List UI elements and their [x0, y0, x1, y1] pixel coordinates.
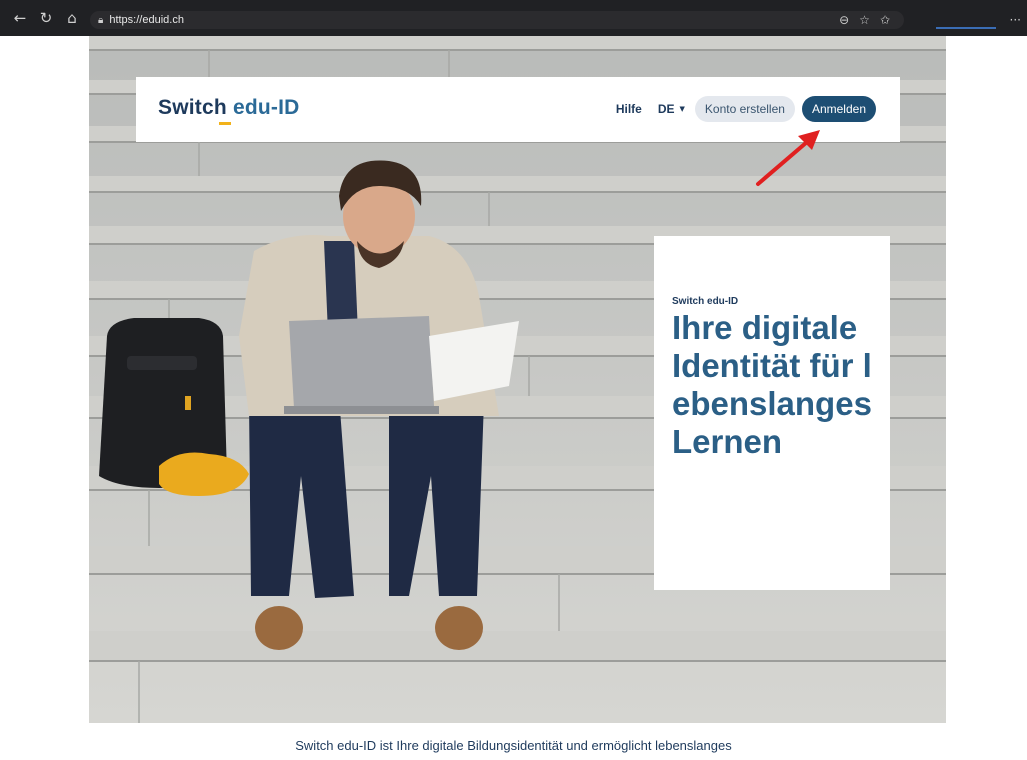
url-text: https://eduid.ch: [109, 14, 184, 26]
reader-icon[interactable]: ⊖: [839, 13, 849, 27]
create-account-button[interactable]: Konto erstellen: [694, 96, 795, 122]
address-bar[interactable]: 🔒︎ https://eduid.ch ⊖ ☆ ✩: [90, 11, 904, 29]
switch-edu-id-logo[interactable]: Switch edu-ID: [158, 96, 300, 125]
caret-down-icon: ▼: [679, 105, 685, 113]
extensions-area[interactable]: [935, 11, 996, 29]
login-button[interactable]: Anmelden: [801, 96, 876, 122]
callout-title: Ihre digitale Identität für lebenslanges…: [672, 309, 872, 460]
favorites-icon[interactable]: ✩: [880, 13, 890, 27]
help-link[interactable]: Hilfe: [616, 102, 642, 116]
logo-edu-text: edu-ID: [232, 96, 300, 119]
browser-toolbar: ← ↻ ⌂ 🔒︎ https://eduid.ch ⊖ ☆ ✩ ···: [0, 0, 1027, 36]
language-label: DE: [657, 102, 675, 116]
header-nav: Hilfe DE ▼ Konto erstellen Anmelden: [616, 96, 876, 122]
home-icon[interactable]: ⌂: [62, 8, 82, 28]
callout-kicker: Switch edu-ID: [672, 296, 739, 307]
red-arrow-annotation: [756, 130, 820, 186]
lock-icon: 🔒︎: [98, 14, 104, 26]
intro-text: Switch edu-ID ist Ihre digitale Bildungs…: [295, 738, 732, 753]
reload-icon[interactable]: ↻: [36, 8, 56, 28]
menu-icon[interactable]: ···: [1010, 13, 1021, 27]
hero-callout: Switch edu-ID Ihre digitale Identität fü…: [654, 236, 890, 590]
language-selector[interactable]: DE ▼: [658, 102, 685, 116]
logo-underscore: [219, 122, 231, 125]
logo-switch-text: Switch: [158, 96, 227, 119]
bookmark-star-icon[interactable]: ☆: [859, 13, 870, 27]
back-icon[interactable]: ←: [10, 8, 30, 28]
